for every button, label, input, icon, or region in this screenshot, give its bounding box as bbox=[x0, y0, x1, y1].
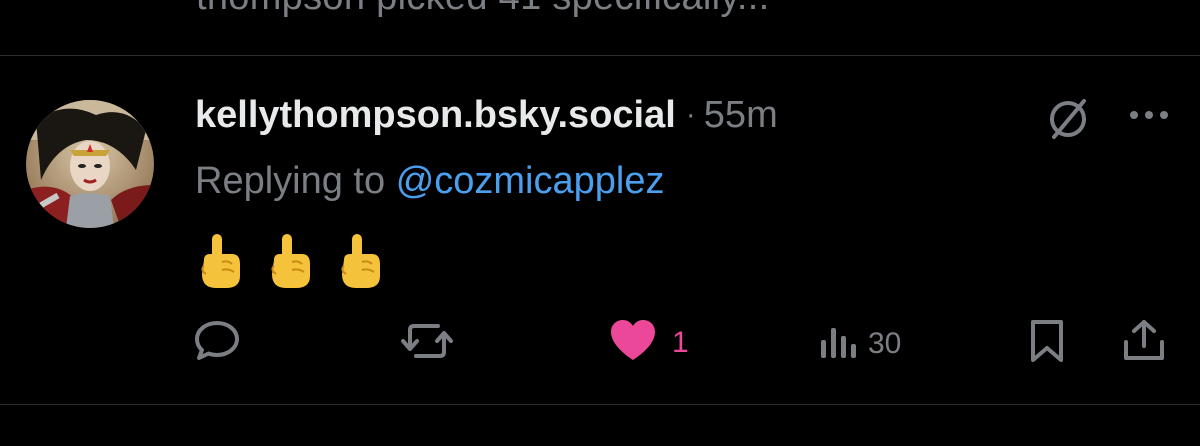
finger-pointing-up-icon bbox=[198, 232, 242, 295]
more-options-icon[interactable] bbox=[1124, 100, 1174, 130]
no-entry-icon[interactable] bbox=[1045, 96, 1091, 142]
separator-dot: · bbox=[685, 98, 696, 131]
share-button[interactable] bbox=[1120, 318, 1168, 369]
author-handle[interactable]: kellythompson.bsky.social bbox=[195, 94, 676, 137]
divider-top bbox=[0, 55, 1200, 56]
avatar[interactable] bbox=[26, 100, 154, 228]
reply-button[interactable] bbox=[192, 318, 242, 369]
likes-count: 1 bbox=[672, 325, 689, 359]
reply-prefix: Replying to bbox=[195, 160, 386, 202]
finger-pointing-up-icon bbox=[268, 232, 312, 295]
previous-post-text: thompson picked 41 specifically... bbox=[196, 0, 769, 19]
finger-pointing-up-icon bbox=[338, 232, 382, 295]
views-button[interactable]: 30 bbox=[818, 318, 901, 369]
heart-icon bbox=[608, 318, 658, 367]
bookmark-icon bbox=[1025, 318, 1069, 369]
like-button[interactable]: 1 bbox=[608, 318, 689, 367]
repost-icon bbox=[400, 318, 454, 369]
bookmark-button[interactable] bbox=[1025, 318, 1069, 369]
repost-button[interactable] bbox=[400, 318, 454, 369]
reply-context: Replying to @cozmicapplez bbox=[195, 160, 664, 203]
divider-bottom bbox=[0, 404, 1200, 405]
post-timestamp[interactable]: 55m bbox=[704, 94, 778, 137]
views-count: 30 bbox=[868, 326, 902, 360]
reply-icon bbox=[192, 318, 242, 369]
post-header: kellythompson.bsky.social · 55m bbox=[195, 88, 778, 142]
reply-mention-link[interactable]: @cozmicapplez bbox=[396, 160, 665, 202]
post-content bbox=[198, 232, 382, 295]
views-icon bbox=[818, 318, 860, 369]
share-icon bbox=[1120, 318, 1168, 369]
